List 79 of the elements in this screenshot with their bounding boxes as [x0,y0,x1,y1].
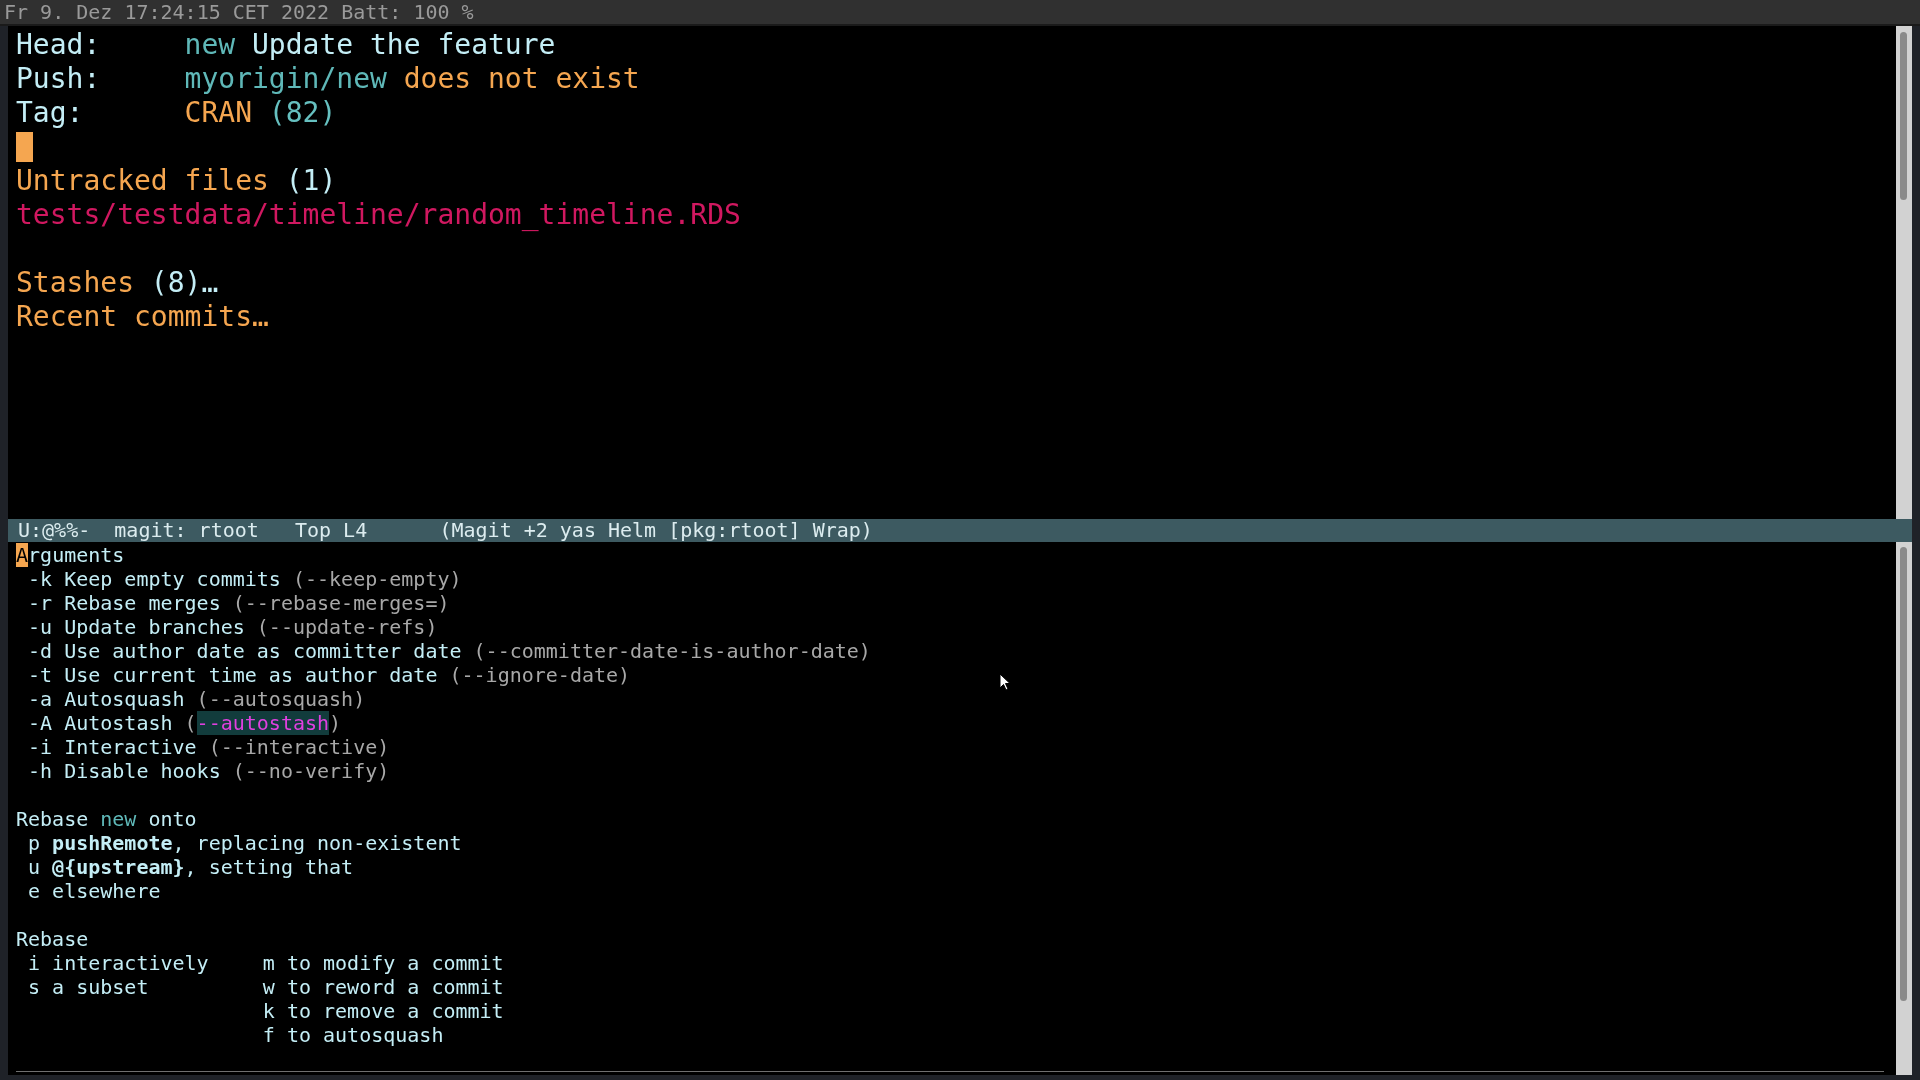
key-binding[interactable]: -A [28,711,53,735]
key-binding[interactable]: k [262,999,275,1023]
command-label: to autosquash [286,1023,444,1047]
scrollbar[interactable] [1896,542,1912,1075]
key-binding[interactable]: m [262,951,275,975]
key-binding[interactable]: u [28,855,41,879]
field-label: Head: [16,28,102,62]
text: Update the feature [252,28,556,62]
status-text: CRAN [184,96,252,130]
command-label: Autosquash [64,687,185,711]
section-heading: onto [148,807,197,831]
command-label: Rebase merges [64,591,221,615]
section-heading: Stashes [16,266,134,300]
section-heading: Rebase [16,807,89,831]
branch-name: myorigin/new [184,62,387,96]
branch-name: new [184,28,236,62]
section-heading: Untracked files [16,164,269,198]
status-text: does not exist [403,62,640,96]
option-text: ) [329,711,342,735]
section-heading: Rebase [16,927,89,951]
section-heading: rguments [28,543,125,567]
field-label: Tag: [16,96,85,130]
command-label: Use current time as author date [64,663,438,687]
key-binding[interactable]: -t [28,663,53,687]
key-binding[interactable]: -a [28,687,53,711]
file-path[interactable]: tests/testdata/timeline/random_timeline.RDS [16,198,741,232]
command-label: Use author date as committer date [64,639,462,663]
key-binding[interactable]: -u [28,615,53,639]
option-text: (--interactive) [208,735,390,759]
cursor [16,132,33,162]
command-label: Autostash [64,711,173,735]
key-binding[interactable]: w [262,975,275,999]
option-text: (--update-refs) [256,615,438,639]
clock-battery-text: Fr 9. Dez 17:24:15 CET 2022 Batt: 100 % [3,0,474,24]
text: (8)… [150,266,219,300]
branch-name: new [100,807,137,831]
option-text: (--ignore-date) [449,663,631,687]
option-text: (--autosquash) [196,687,366,711]
command-label: Disable hooks [64,759,221,783]
command-label: a subset [52,975,149,999]
command-label: Interactive [64,735,197,759]
key-binding[interactable]: -d [28,639,53,663]
text: (1) [285,164,337,198]
mouse-pointer-icon [999,673,1011,691]
scrollbar-thumb[interactable] [1900,547,1907,1001]
key-binding[interactable]: s [28,975,41,999]
key-binding[interactable]: -h [28,759,53,783]
key-binding[interactable]: -r [28,591,53,615]
command-label: @{upstream}, setting that [52,855,354,879]
scrollbar-thumb[interactable] [1900,32,1907,200]
option-text: ( [184,711,197,735]
mode-line-field: Top L4 [294,519,368,542]
scrollbar[interactable] [1896,26,1912,519]
command-label: Update branches [64,615,245,639]
field-label: Push: [16,62,102,96]
cursor: A [16,543,29,567]
key-binding[interactable]: -k [28,567,53,591]
command-label: to modify a commit [286,951,504,975]
key-binding[interactable]: i [28,951,41,975]
key-binding[interactable]: f [262,1023,275,1047]
key-binding[interactable]: -i [28,735,53,759]
count: (82) [268,96,337,130]
key-binding[interactable]: p [28,831,41,855]
option-text: (--keep-empty) [292,567,462,591]
key-binding[interactable]: e [28,879,41,903]
option-text: (--rebase-merges=) [232,591,450,615]
mode-line-field: (Magit +2 yas Helm [pkg:rtoot] Wrap) [439,519,873,542]
option-text: (--committer-date-is-author-date) [473,639,871,663]
command-label: to remove a commit [286,999,504,1023]
enabled-flag: --autostash [196,711,330,735]
section-heading: Recent commits… [16,300,269,334]
command-label: to reword a commit [286,975,504,999]
command-label: pushRemote, replacing non-existent [52,831,462,855]
command-label: Keep empty commits [64,567,281,591]
mode-line-field: U:@%%- [18,519,91,542]
command-label: elsewhere [52,879,161,903]
command-label: interactively [52,951,209,975]
option-text: (--no-verify) [232,759,390,783]
mode-line-field: magit: rtoot [114,519,259,542]
